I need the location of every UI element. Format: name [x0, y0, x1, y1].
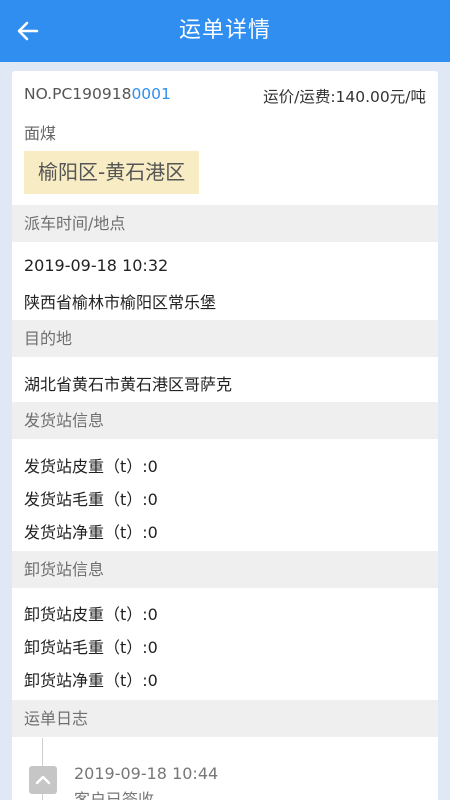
log-section-header: 运单日志	[12, 700, 438, 737]
order-number: NO.PC1909180001	[24, 85, 171, 103]
log-time: 2019-09-18 10:44	[74, 764, 219, 783]
unload-station-net: 卸货站净重（t）:0	[24, 671, 158, 690]
dispatch-time: 2019-09-18 10:32	[24, 256, 169, 275]
log-node	[29, 766, 57, 794]
send-station-net: 发货站净重（t）:0	[24, 523, 158, 542]
dispatch-section-header: 派车时间/地点	[12, 205, 438, 242]
freight-price: 运价/运费:140.00元/吨	[263, 88, 426, 106]
chevron-up-icon	[35, 775, 51, 785]
send-station-section-header: 发货站信息	[12, 402, 438, 439]
route-tag: 榆阳区-黄石港区	[24, 151, 200, 194]
send-station-tare: 发货站皮重（t）:0	[24, 457, 158, 476]
cargo-type: 面煤	[24, 124, 57, 143]
dispatch-place: 陕西省榆林市榆阳区常乐堡	[24, 293, 217, 312]
log-entry: 2019-09-18 10:44 客户已签收	[12, 738, 438, 800]
destination-place: 湖北省黄石市黄石港区哥萨克	[24, 375, 233, 394]
page-title: 运单详情	[178, 18, 271, 43]
order-detail-card: NO.PC1909180001 运价/运费:140.00元/吨 面煤 榆阳区-黄…	[12, 71, 438, 800]
send-station-gross: 发货站毛重（t）:0	[24, 490, 158, 509]
destination-section-header: 目的地	[12, 320, 438, 357]
log-text: 客户已签收	[74, 790, 155, 800]
unload-station-section-header: 卸货站信息	[12, 551, 438, 588]
order-number-prefix: NO.PC190918	[24, 85, 132, 103]
app-header: 运单详情	[0, 0, 450, 62]
order-number-suffix: 0001	[131, 85, 171, 103]
order-summary-row: NO.PC1909180001 运价/运费:140.00元/吨	[24, 85, 426, 109]
unload-station-tare: 卸货站皮重（t）:0	[24, 605, 158, 624]
unload-station-gross: 卸货站毛重（t）:0	[24, 638, 158, 657]
